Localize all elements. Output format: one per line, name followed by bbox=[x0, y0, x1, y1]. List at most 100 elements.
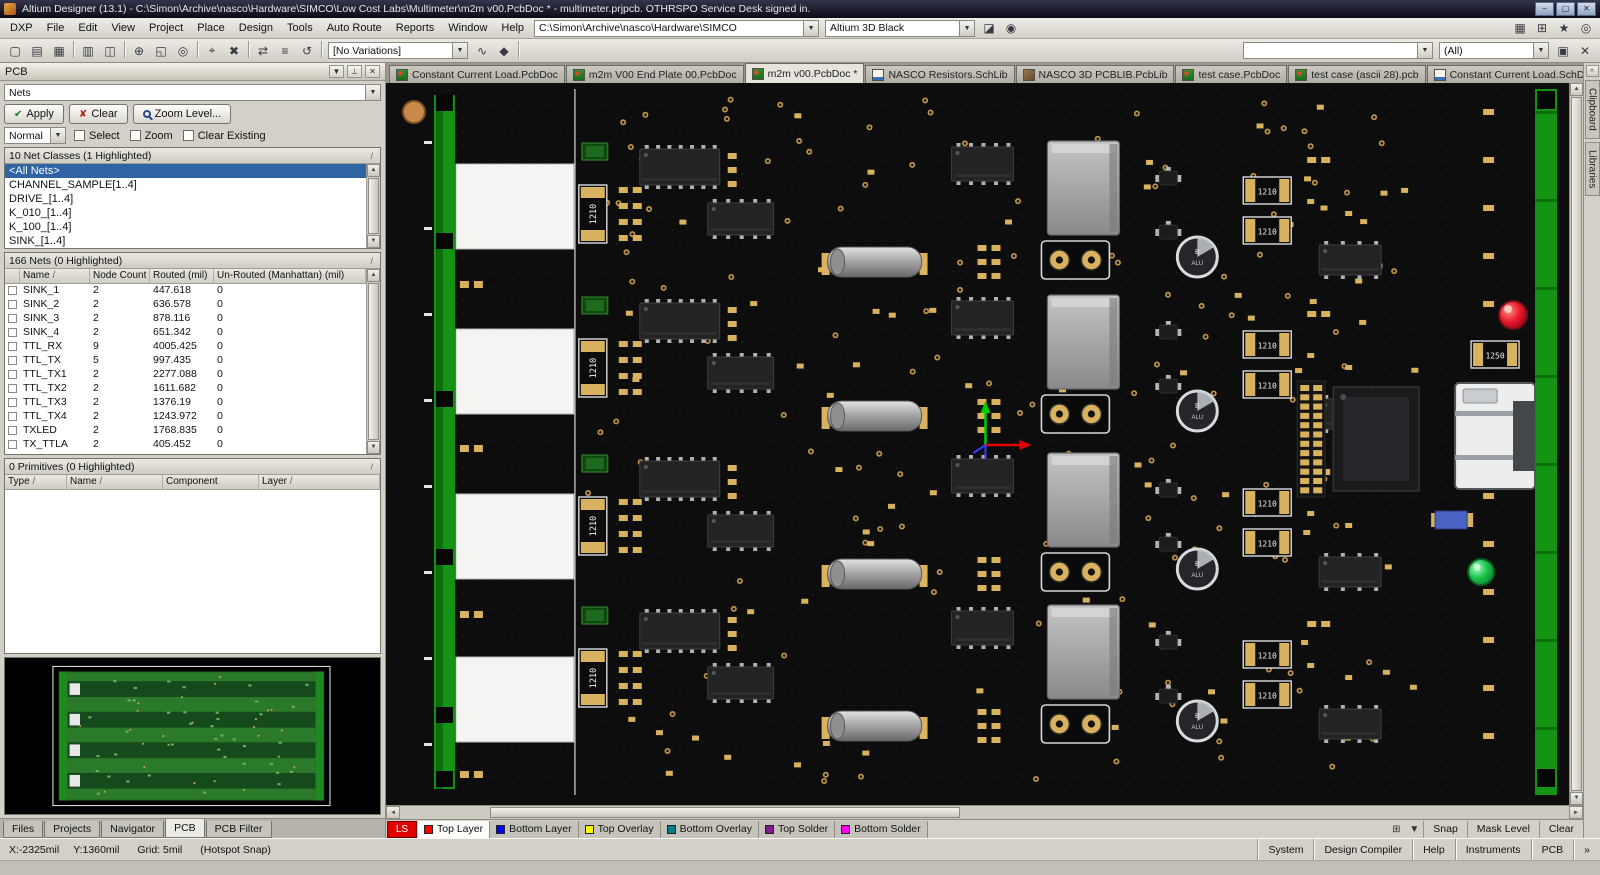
net-row-unrouted[interactable]: 0 bbox=[214, 409, 366, 423]
layer-tab-top-overlay[interactable]: Top Overlay bbox=[578, 820, 661, 838]
layer-bar-button-clear[interactable]: Clear bbox=[1538, 820, 1583, 838]
doc-tab-constant-current-load-pcbdoc[interactable]: Constant Current Load.PcbDoc bbox=[389, 65, 565, 83]
pcb-canvas-svg[interactable]: 1210 B ALU 1210 1210 1210 B ALU 1210 1210 1210 B ALU… bbox=[386, 83, 1569, 805]
menu-item-tools[interactable]: Tools bbox=[280, 20, 320, 36]
combo-dropdown-icon[interactable]: ▼ bbox=[365, 85, 380, 100]
menu-item-auto-route[interactable]: Auto Route bbox=[320, 20, 389, 36]
doc-tab-m2m-v00-end-plate-00-pcbdoc[interactable]: m2m V00 End Plate 00.PcbDoc bbox=[565, 65, 744, 83]
panel-button-design-compiler[interactable]: Design Compiler bbox=[1313, 839, 1412, 860]
zoom-fit-icon[interactable]: ◎ bbox=[172, 41, 194, 60]
menu-item-view[interactable]: View bbox=[104, 20, 142, 36]
interactive-routing-icon[interactable]: ∿ bbox=[471, 41, 493, 60]
net-row-checkbox[interactable] bbox=[5, 297, 20, 311]
net-row-name[interactable]: TX_TTLA bbox=[20, 437, 90, 451]
net-row-nodes[interactable]: 2 bbox=[90, 437, 150, 451]
net-row-unrouted[interactable]: 0 bbox=[214, 311, 366, 325]
zoom-level-button[interactable]: Zoom Level... bbox=[132, 104, 232, 124]
net-row-unrouted[interactable]: 0 bbox=[214, 325, 366, 339]
more-panels-icon[interactable]: » bbox=[1573, 839, 1600, 860]
filter-combo[interactable]: ▼ bbox=[1243, 42, 1433, 59]
net-row-unrouted[interactable]: 0 bbox=[214, 353, 366, 367]
combo-dropdown-icon[interactable]: ▼ bbox=[803, 20, 819, 36]
layer-tab-bottom-overlay[interactable]: Bottom Overlay bbox=[660, 820, 759, 838]
net-row-nodes[interactable]: 2 bbox=[90, 283, 150, 297]
panel-tab-files[interactable]: Files bbox=[3, 821, 44, 838]
align-objects-icon[interactable]: ≡ bbox=[274, 41, 296, 60]
net-row-name[interactable]: TTL_TX4 bbox=[20, 409, 90, 423]
help-search-icon[interactable]: ◎ bbox=[1575, 19, 1597, 38]
net-row-routed[interactable]: 1768.835 bbox=[150, 423, 214, 437]
net-row-unrouted[interactable]: 0 bbox=[214, 381, 366, 395]
scroll-down-icon[interactable]: ▼ bbox=[367, 235, 380, 248]
favorites-icon[interactable]: ★ bbox=[1553, 19, 1575, 38]
net-row-unrouted[interactable]: 0 bbox=[214, 283, 366, 297]
menu-item-edit[interactable]: Edit bbox=[71, 20, 104, 36]
net-row-nodes[interactable]: 2 bbox=[90, 381, 150, 395]
doc-tab-nasco-resistors-schlib[interactable]: NASCO Resistors.SchLib bbox=[865, 65, 1015, 83]
checkbox-zoom[interactable]: Zoom bbox=[129, 130, 173, 142]
net-row-name[interactable]: SINK_4 bbox=[20, 325, 90, 339]
combo-dropdown-icon[interactable]: ▼ bbox=[1417, 43, 1432, 58]
net-class-item[interactable]: SINK_[1..4] bbox=[5, 234, 366, 248]
menu-item-reports[interactable]: Reports bbox=[389, 20, 442, 36]
doc-tab-constant-current-load-schdoc[interactable]: Constant Current Load.SchDoc bbox=[1426, 65, 1583, 83]
primitives-col-header[interactable]: Name bbox=[67, 475, 163, 490]
net-class-item[interactable]: K_100_[1..4] bbox=[5, 220, 366, 234]
combo-dropdown-icon[interactable]: ▼ bbox=[959, 20, 975, 36]
scroll-up-icon[interactable]: ▲ bbox=[1570, 83, 1583, 96]
panel-button-system[interactable]: System bbox=[1257, 839, 1313, 860]
right-tab-clipboard[interactable]: Clipboard bbox=[1584, 80, 1600, 139]
scrollbar-thumb[interactable] bbox=[1571, 97, 1582, 791]
arrange-windows-icon[interactable]: ⊞ bbox=[1531, 19, 1553, 38]
net-row-checkbox[interactable] bbox=[5, 367, 20, 381]
nets-col-header[interactable]: Name bbox=[20, 269, 90, 284]
net-row-checkbox[interactable] bbox=[5, 395, 20, 409]
place-component-icon[interactable]: ◆ bbox=[493, 41, 515, 60]
panel-tab-projects[interactable]: Projects bbox=[44, 821, 101, 838]
net-row-nodes[interactable]: 2 bbox=[90, 311, 150, 325]
panel-tab-pcb[interactable]: PCB bbox=[165, 819, 205, 838]
net-row-routed[interactable]: 878.116 bbox=[150, 311, 214, 325]
project-path-combo[interactable]: C:\Simon\Archive\nasco\Hardware\SIMCO ▼ bbox=[534, 19, 820, 37]
primitives-col-header[interactable]: Type bbox=[5, 475, 67, 490]
net-row-nodes[interactable]: 2 bbox=[90, 325, 150, 339]
net-row-routed[interactable]: 1611.682 bbox=[150, 381, 214, 395]
net-row-name[interactable]: TTL_TX1 bbox=[20, 367, 90, 381]
combo-dropdown-icon[interactable]: ▼ bbox=[50, 128, 65, 143]
rotate-object-icon[interactable]: ↺ bbox=[296, 41, 318, 60]
combo-dropdown-icon[interactable]: ▼ bbox=[1533, 43, 1548, 58]
scroll-up-icon[interactable]: ▲ bbox=[367, 269, 380, 282]
pin-panel-icon[interactable]: ⊥ bbox=[347, 65, 362, 78]
doc-tab-m2m-v00-pcbdoc[interactable]: m2m v00.PcbDoc * bbox=[744, 63, 865, 83]
canvas-vertical-scrollbar[interactable]: ▲ ▼ bbox=[1569, 83, 1583, 805]
snapshot-camera-icon[interactable]: ◉ bbox=[1000, 19, 1022, 38]
net-row-routed[interactable]: 1243.972 bbox=[150, 409, 214, 423]
checkbox-clear-existing[interactable]: Clear Existing bbox=[182, 130, 266, 142]
pcb-editor-canvas[interactable]: 1210 B ALU 1210 1210 1210 B ALU 1210 1210 1210 B ALU… bbox=[386, 83, 1583, 805]
net-row-unrouted[interactable]: 0 bbox=[214, 297, 366, 311]
net-row-checkbox[interactable] bbox=[5, 283, 20, 297]
layer-tab-bottom-layer[interactable]: Bottom Layer bbox=[490, 820, 579, 838]
open-document-icon[interactable]: ▤ bbox=[26, 41, 48, 60]
net-row-nodes[interactable]: 2 bbox=[90, 395, 150, 409]
net-row-unrouted[interactable]: 0 bbox=[214, 367, 366, 381]
minimize-button[interactable]: – bbox=[1535, 2, 1554, 16]
new-document-icon[interactable]: ▢ bbox=[4, 41, 26, 60]
net-row-routed[interactable]: 997.435 bbox=[150, 353, 214, 367]
right-tab-libraries[interactable]: Libraries bbox=[1584, 141, 1600, 197]
net-class-item[interactable]: DRIVE_[1..4] bbox=[5, 192, 366, 206]
layer-bar-button-mask-level[interactable]: Mask Level bbox=[1466, 820, 1539, 838]
net-row-name[interactable]: SINK_2 bbox=[20, 297, 90, 311]
menu-item-design[interactable]: Design bbox=[232, 20, 280, 36]
net-classes-scrollbar[interactable]: ▲ ▼ bbox=[366, 164, 380, 248]
clear-filter-icon[interactable]: ✖ bbox=[223, 41, 245, 60]
panel-button-help[interactable]: Help bbox=[1412, 839, 1455, 860]
clear-button[interactable]: ✘ Clear bbox=[68, 104, 128, 124]
print-preview-icon[interactable]: ◫ bbox=[99, 41, 121, 60]
board-insight-icon[interactable]: ⊞ bbox=[1387, 824, 1405, 835]
layer-tab-bottom-solder[interactable]: Bottom Solder bbox=[835, 820, 928, 838]
clear-mask-icon[interactable]: ✕ bbox=[1574, 41, 1596, 60]
move-object-icon[interactable]: ⇄ bbox=[252, 41, 274, 60]
net-row-checkbox[interactable] bbox=[5, 311, 20, 325]
net-row-checkbox[interactable] bbox=[5, 423, 20, 437]
